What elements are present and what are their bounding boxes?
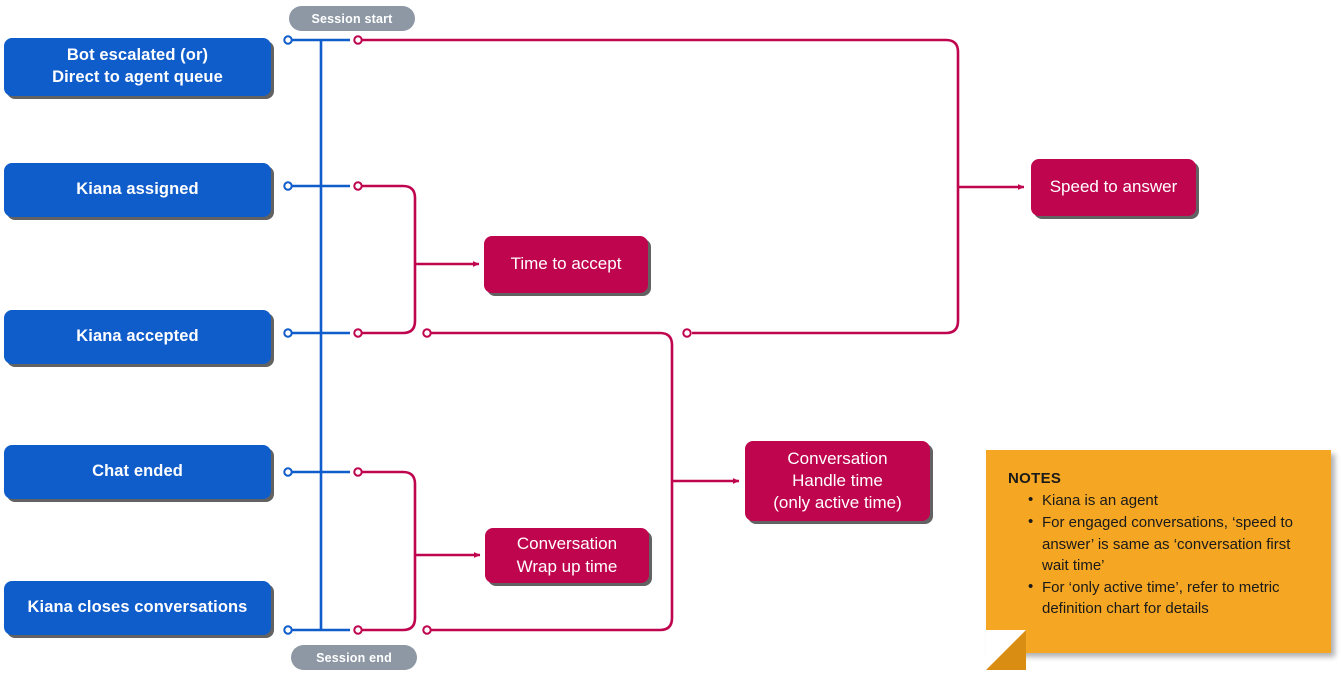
event-label-chat-ended: Chat ended bbox=[92, 462, 183, 481]
event-box-kiana-accepted[interactable]: Kiana accepted bbox=[4, 310, 271, 364]
notes-fold-corner bbox=[986, 630, 1026, 670]
notes-title: NOTES bbox=[1008, 470, 1062, 487]
session-start-label: Session start bbox=[311, 11, 393, 26]
event-box-bot-escalated[interactable]: Bot escalated (or) Direct to agent queue bbox=[4, 38, 271, 96]
event-label-kiana-assigned: Kiana assigned bbox=[76, 180, 199, 199]
session-start-pill: Session start bbox=[289, 6, 415, 31]
notes-item: For engaged conversations, ‘speed to ans… bbox=[1028, 511, 1311, 576]
notes-panel: NOTES Kiana is an agent For engaged conv… bbox=[986, 450, 1331, 653]
timeline-blue-nodes bbox=[283, 35, 293, 635]
session-end-label: Session end bbox=[316, 650, 392, 665]
metric-label-time-to-accept: Time to accept bbox=[510, 254, 622, 274]
event-box-chat-ended[interactable]: Chat ended bbox=[4, 445, 271, 499]
metric-box-speed-to-answer[interactable]: Speed to answer bbox=[1031, 159, 1196, 216]
metric-label-conversation-wrap-up-time: Conversation Wrap up time bbox=[516, 534, 618, 576]
event-label-bot-escalated: Bot escalated (or) Direct to agent queue bbox=[52, 46, 223, 86]
event-box-kiana-closes-conversations[interactable]: Kiana closes conversations bbox=[4, 581, 271, 635]
notes-item: For ‘only active time’, refer to metric … bbox=[1028, 576, 1311, 620]
metric-box-conversation-wrap-up-time[interactable]: Conversation Wrap up time bbox=[485, 528, 649, 583]
metric-box-time-to-accept[interactable]: Time to accept bbox=[484, 236, 648, 293]
metric-label-speed-to-answer: Speed to answer bbox=[1049, 177, 1178, 197]
event-label-kiana-accepted: Kiana accepted bbox=[76, 327, 199, 346]
diagram-canvas: Session start Session end Bot escalated … bbox=[0, 0, 1343, 681]
event-box-kiana-assigned[interactable]: Kiana assigned bbox=[4, 163, 271, 217]
session-end-pill: Session end bbox=[291, 645, 417, 670]
metric-label-conversation-handle-time: Conversation Handle time (only active ti… bbox=[773, 448, 902, 513]
notes-list: Kiana is an agent For engaged conversati… bbox=[1008, 489, 1311, 620]
event-label-kiana-closes-conversations: Kiana closes conversations bbox=[27, 598, 248, 617]
notes-item: Kiana is an agent bbox=[1028, 489, 1311, 511]
timeline-axis-blue bbox=[290, 38, 350, 632]
metric-connectors-crimson bbox=[362, 38, 1025, 632]
metric-box-conversation-handle-time[interactable]: Conversation Handle time (only active ti… bbox=[745, 441, 930, 521]
